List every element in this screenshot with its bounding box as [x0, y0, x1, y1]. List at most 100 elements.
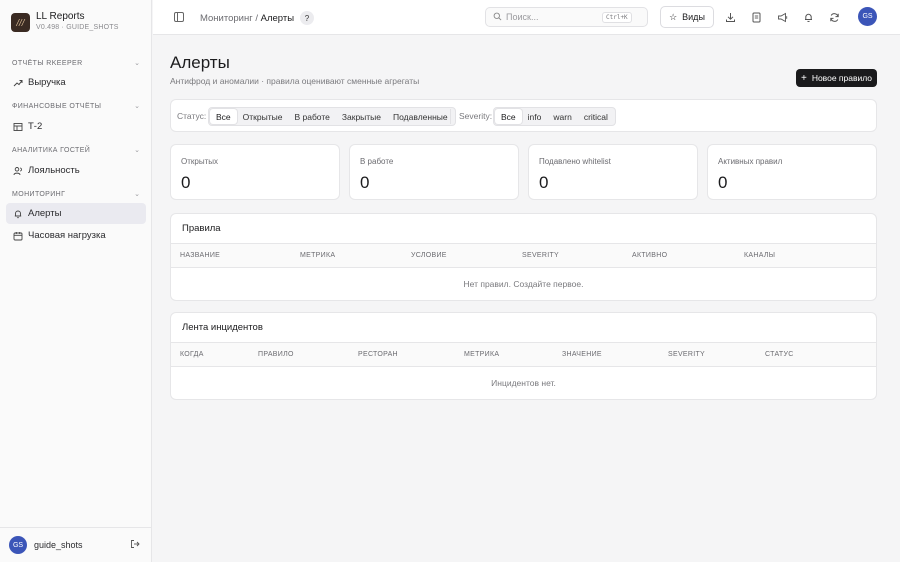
download-icon[interactable] [723, 10, 737, 24]
sidebar-item-revenue[interactable]: Выручка [6, 72, 146, 93]
incidents-panel: Лента инцидентов КОГДА ПРАВИЛО РЕСТОРАН … [170, 312, 877, 400]
avatar[interactable]: GS [858, 7, 877, 26]
megaphone-icon[interactable] [775, 10, 789, 24]
column-header[interactable]: АКТИВНО [632, 252, 667, 259]
sidebar-section-guests[interactable]: АНАЛИТИКА ГОСТЕЙ ⌄ [12, 144, 140, 156]
column-header[interactable]: МЕТРИКА [300, 252, 335, 259]
sidebar-item-t2[interactable]: Т-2 [6, 116, 146, 137]
sidebar-item-label: Выручка [28, 77, 66, 88]
incidents-table-header: КОГДА ПРАВИЛО РЕСТОРАН МЕТРИКА ЗНАЧЕНИЕ … [171, 343, 876, 367]
search-shortcut: Ctrl+K [602, 11, 632, 23]
breadcrumb-parent[interactable]: Мониторинг [200, 13, 253, 24]
severity-option-warn[interactable]: warn [547, 109, 577, 124]
sidebar-item-label: Алерты [28, 208, 62, 219]
sidebar-item-label: Лояльность [28, 165, 80, 176]
sidebar-item-label: Т-2 [28, 121, 43, 132]
views-button[interactable]: ☆ Виды [660, 6, 714, 28]
status-option-all[interactable]: Все [210, 109, 237, 124]
avatar[interactable]: GS [9, 536, 27, 554]
star-icon: ☆ [669, 11, 678, 22]
column-header[interactable]: SEVERITY [522, 252, 559, 259]
stat-card-in-progress: В работе 0 [349, 144, 519, 200]
stat-label: Активных правил [718, 157, 783, 166]
bell-icon[interactable] [801, 10, 815, 24]
search-box[interactable]: Ctrl+K [485, 7, 648, 27]
chevron-down-icon: ⌄ [134, 103, 140, 110]
logout-icon[interactable] [130, 539, 140, 552]
breadcrumb-separator: / [252, 12, 261, 24]
sidebar-section-label: ФИНАНСОВЫЕ ОТЧЁТЫ [12, 102, 102, 110]
stat-value: 0 [181, 173, 191, 192]
rules-table-header: НАЗВАНИЕ МЕТРИКА УСЛОВИЕ SEVERITY АКТИВН… [171, 244, 876, 268]
column-header[interactable]: СТАТУС [765, 351, 794, 358]
document-icon[interactable] [749, 10, 763, 24]
sidebar-section-rkeeper[interactable]: ОТЧЁТЫ RKEEPER ⌄ [12, 57, 140, 69]
chevron-down-icon: ⌄ [134, 60, 140, 67]
stat-card-suppressed: Подавлено whitelist 0 [528, 144, 698, 200]
severity-filter: Все info warn critical [493, 107, 616, 126]
incidents-empty-state: Инцидентов нет. [491, 377, 556, 388]
chevron-down-icon: ⌄ [134, 191, 140, 198]
table-icon [12, 122, 24, 132]
column-header[interactable]: УСЛОВИЕ [411, 252, 447, 259]
brand[interactable]: /// LL Reports V0.498 · GUIDE_SHOTS [11, 11, 119, 33]
status-filter-label: Статус: [177, 111, 207, 121]
stat-card-active-rules: Активных правил 0 [707, 144, 877, 200]
column-header[interactable]: КОГДА [180, 351, 204, 358]
refresh-icon[interactable] [827, 10, 841, 24]
app-logo: /// [11, 12, 30, 32]
severity-option-info[interactable]: info [522, 109, 548, 124]
page-subtitle: Антифрод и аномалии · правила оценивают … [170, 76, 420, 86]
sidebar-section-label: МОНИТОРИНГ [12, 190, 66, 198]
sidebar-item-label: Часовая нагрузка [28, 230, 106, 241]
stat-value: 0 [539, 173, 549, 192]
filter-bar: Статус: Все Открытые В работе Закрытые П… [170, 99, 877, 132]
new-rule-label: Новое правило [811, 73, 873, 83]
sidebar-section-label: АНАЛИТИКА ГОСТЕЙ [12, 146, 91, 154]
top-bar: Мониторинг / Алерты ? Ctrl+K ☆ Виды GS [153, 0, 900, 35]
status-option-in-progress[interactable]: В работе [288, 109, 335, 124]
severity-option-critical[interactable]: critical [578, 109, 614, 124]
search-input[interactable] [506, 12, 602, 22]
search-icon [493, 12, 502, 23]
column-header[interactable]: ПРАВИЛО [258, 351, 294, 358]
views-label: Виды [682, 12, 705, 22]
column-header[interactable]: SEVERITY [668, 351, 705, 358]
status-option-closed[interactable]: Закрытые [336, 109, 387, 124]
new-rule-button[interactable]: + Новое правило [796, 69, 877, 87]
column-header[interactable]: МЕТРИКА [464, 351, 499, 358]
app-version: V0.498 · GUIDE_SHOTS [36, 24, 119, 31]
app-name: LL Reports [36, 11, 85, 22]
breadcrumb: Мониторинг / Алерты ? [200, 11, 315, 25]
calendar-icon [12, 231, 24, 241]
main-content: Алерты Антифрод и аномалии · правила оце… [153, 36, 900, 562]
status-option-open[interactable]: Открытые [237, 109, 289, 124]
stat-label: В работе [360, 157, 394, 166]
severity-filter-label: Severity: [459, 111, 493, 121]
sidebar: /// LL Reports V0.498 · GUIDE_SHOTS ОТЧЁ… [0, 0, 152, 562]
sidebar-user: GS guide_shots [0, 527, 152, 562]
stat-value: 0 [360, 173, 370, 192]
sidebar-toggle-icon[interactable] [173, 11, 185, 23]
users-icon [12, 166, 24, 176]
sidebar-item-loyalty[interactable]: Лояльность [6, 160, 146, 181]
stat-label: Подавлено whitelist [539, 157, 611, 166]
rules-panel: Правила НАЗВАНИЕ МЕТРИКА УСЛОВИЕ SEVERIT… [170, 213, 877, 301]
status-option-suppressed[interactable]: Подавленные [387, 109, 454, 124]
stat-card-open: Открытых 0 [170, 144, 340, 200]
stat-value: 0 [718, 173, 728, 192]
sidebar-section-finance[interactable]: ФИНАНСОВЫЕ ОТЧЁТЫ ⌄ [12, 100, 140, 112]
column-header[interactable]: КАНАЛЫ [744, 252, 775, 259]
column-header[interactable]: РЕСТОРАН [358, 351, 398, 358]
help-button[interactable]: ? [300, 11, 315, 25]
column-header[interactable]: НАЗВАНИЕ [180, 252, 220, 259]
sidebar-item-hourly-load[interactable]: Часовая нагрузка [6, 225, 146, 246]
sidebar-item-alerts[interactable]: Алерты [6, 203, 146, 224]
severity-option-all[interactable]: Все [495, 109, 522, 124]
bell-icon [12, 209, 24, 219]
user-name: guide_shots [34, 540, 83, 550]
rules-title: Правила [171, 214, 876, 244]
trend-up-icon [12, 78, 24, 88]
column-header[interactable]: ЗНАЧЕНИЕ [562, 351, 602, 358]
sidebar-section-monitoring[interactable]: МОНИТОРИНГ ⌄ [12, 188, 140, 200]
